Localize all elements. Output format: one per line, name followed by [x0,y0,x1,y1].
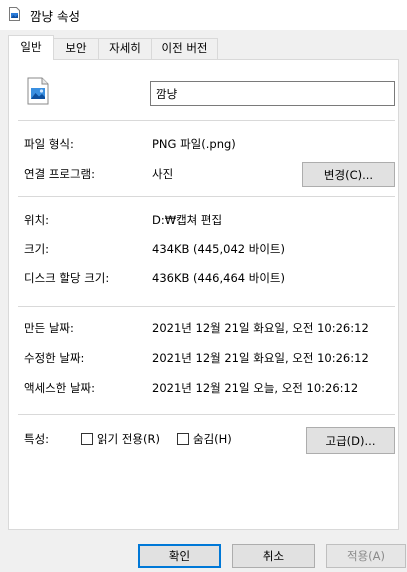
tab-previous-versions[interactable]: 이전 버전 [151,38,218,59]
open-with-value: 사진 [152,167,174,181]
change-button[interactable]: 변경(C)... [302,162,395,187]
size-label: 크기: [24,242,50,256]
open-with-label: 연결 프로그램: [24,167,96,181]
hidden-label[interactable]: 숨김(H) [193,431,232,447]
advanced-button[interactable]: 고급(D)... [306,427,395,454]
modified-value: 2021년 12월 21일 화요일, 오전 10:26:12 [152,351,369,365]
file-type-label: 파일 형식: [24,137,74,151]
location-value: D:₩캡쳐 편집 [152,213,223,227]
size-value: 434KB (445,042 바이트) [152,242,285,256]
location-label: 위치: [24,213,50,227]
png-file-icon [27,77,49,105]
attributes-label: 특성: [24,432,50,446]
window-title: 깜냥 속성 [30,9,80,24]
file-name-input[interactable] [150,81,395,106]
hidden-checkbox[interactable] [177,433,189,445]
tab-general[interactable]: 일반 [8,35,54,60]
size-on-disk-label: 디스크 할당 크기: [24,271,110,285]
separator [18,120,395,121]
readonly-label[interactable]: 읽기 전용(R) [97,431,160,447]
created-label: 만든 날짜: [24,321,74,335]
modified-label: 수정한 날짜: [24,351,85,365]
accessed-value: 2021년 12월 21일 오늘, 오전 10:26:12 [152,381,359,395]
separator [18,414,395,415]
tab-security[interactable]: 보안 [53,38,99,59]
general-panel [8,59,399,530]
separator [18,306,395,307]
accessed-label: 액세스한 날짜: [24,381,96,395]
apply-button[interactable]: 적용(A) [326,544,406,568]
image-file-icon [9,7,20,21]
cancel-button[interactable]: 취소 [232,544,315,568]
separator [18,196,395,197]
created-value: 2021년 12월 21일 화요일, 오전 10:26:12 [152,321,369,335]
tab-details[interactable]: 자세히 [98,38,152,59]
file-type-value: PNG 파일(.png) [152,137,236,151]
readonly-checkbox[interactable] [81,433,93,445]
ok-button[interactable]: 확인 [138,544,221,568]
size-on-disk-value: 436KB (446,464 바이트) [152,271,285,285]
